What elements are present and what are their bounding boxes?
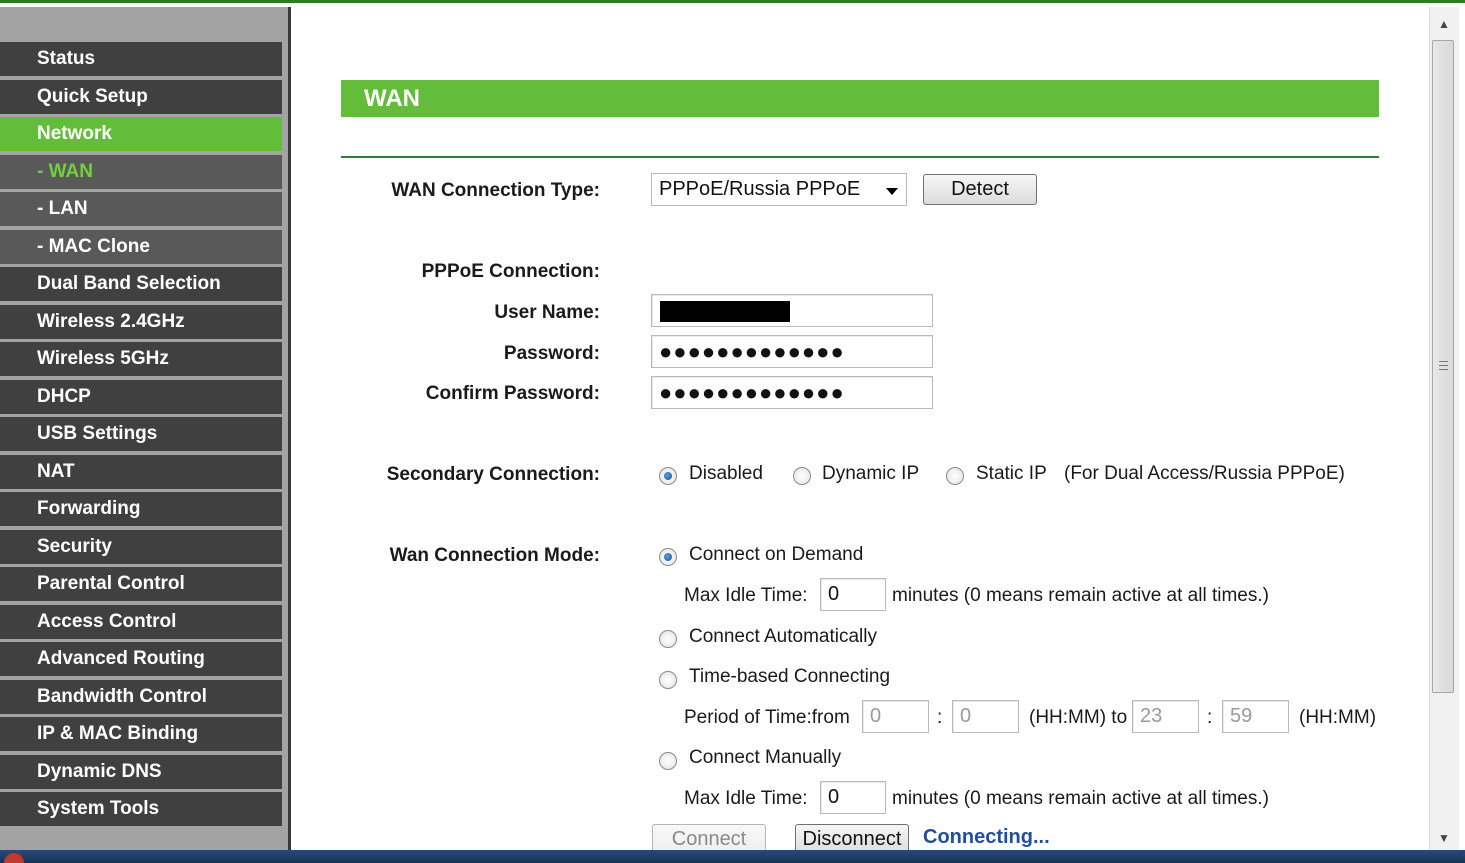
from-hour-input[interactable]: 0 <box>862 700 929 733</box>
sidebar-item-nat[interactable]: NAT <box>0 455 282 489</box>
username-label: User Name: <box>494 302 600 323</box>
sidebar-item-usb-settings[interactable]: USB Settings <box>0 417 282 451</box>
redacted-username <box>660 301 790 322</box>
taskbar <box>0 850 1465 863</box>
sidebar-item-wireless-5[interactable]: Wireless 5GHz <box>0 342 282 376</box>
sidebar-item-mac-clone[interactable]: - MAC Clone <box>0 230 282 264</box>
sidebar-item-wan[interactable]: - WAN <box>0 155 282 189</box>
max-idle-input[interactable]: 0 <box>820 578 886 611</box>
secondary-dynamic-ip-label: Dynamic IP <box>822 463 920 484</box>
mode-manual-label: Connect Manually <box>689 747 842 768</box>
sidebar-item-quick-setup[interactable]: Quick Setup <box>0 80 282 114</box>
hhmm-label: (HH:MM) <box>1299 707 1377 728</box>
password-label: Password: <box>503 343 600 364</box>
sidebar-item-system-tools[interactable]: System Tools <box>0 792 282 826</box>
max-idle-note: minutes (0 means remain active at all ti… <box>892 585 1269 606</box>
mode-automatic-label: Connect Automatically <box>689 626 877 647</box>
sidebar-item-dual-band[interactable]: Dual Band Selection <box>0 267 282 301</box>
wan-type-value: PPPoE/Russia PPPoE <box>659 178 861 200</box>
scroll-up-arrow-icon[interactable]: ▲ <box>1429 12 1459 36</box>
connection-status: Connecting... <box>923 826 1050 848</box>
time-separator-2: : <box>1207 707 1213 728</box>
to-minute-input[interactable]: 59 <box>1222 700 1289 733</box>
sidebar-item-dynamic-dns[interactable]: Dynamic DNS <box>0 755 282 789</box>
sidebar-item-bandwidth-control[interactable]: Bandwidth Control <box>0 680 282 714</box>
max-idle-input-2[interactable]: 0 <box>820 781 886 814</box>
secondary-dynamic-ip-radio[interactable] <box>793 467 811 485</box>
sidebar-item-status[interactable]: Status <box>0 42 282 76</box>
title-divider <box>341 156 1379 158</box>
from-minute-input[interactable]: 0 <box>952 700 1019 733</box>
secondary-disabled-radio[interactable] <box>659 467 677 485</box>
wan-connection-mode-label: Wan Connection Mode: <box>389 545 600 566</box>
wan-type-label: WAN Connection Type: <box>391 180 600 201</box>
max-idle-label-2: Max Idle Time: <box>684 788 808 809</box>
sidebar-item-ip-mac-binding[interactable]: IP & MAC Binding <box>0 717 282 751</box>
chevron-down-icon <box>886 188 898 195</box>
sidebar-item-access-control[interactable]: Access Control <box>0 605 282 639</box>
sidebar-item-wireless-24[interactable]: Wireless 2.4GHz <box>0 305 282 339</box>
secondary-disabled-label: Disabled <box>689 463 763 484</box>
mode-time-based-label: Time-based Connecting <box>689 666 891 687</box>
secondary-connection-label: Secondary Connection: <box>386 464 600 485</box>
mode-on-demand-radio[interactable] <box>659 548 677 566</box>
window-edge <box>1459 7 1465 850</box>
sidebar-item-security[interactable]: Security <box>0 530 282 564</box>
sidebar-item-forwarding[interactable]: Forwarding <box>0 492 282 526</box>
pppoe-connection-label: PPPoE Connection: <box>421 261 600 282</box>
sidebar-item-network[interactable]: Network <box>0 117 282 151</box>
mode-time-based-radio[interactable] <box>659 671 677 689</box>
confirm-password-field[interactable]: ●●●●●●●●●●●●● <box>651 376 933 409</box>
mode-on-demand-label: Connect on Demand <box>689 544 864 565</box>
confirm-password-label: Confirm Password: <box>425 383 600 404</box>
sidebar: Status Quick Setup Network - WAN - LAN -… <box>0 7 288 850</box>
detect-button[interactable]: Detect <box>923 174 1037 205</box>
grip-icon <box>1439 361 1448 370</box>
secondary-static-ip-radio[interactable] <box>946 467 964 485</box>
period-label: Period of Time:from <box>684 707 850 728</box>
mode-automatic-radio[interactable] <box>659 630 677 648</box>
sidebar-item-advanced-routing[interactable]: Advanced Routing <box>0 642 282 676</box>
wan-type-select[interactable]: PPPoE/Russia PPPoE <box>651 173 907 206</box>
scrollbar-thumb[interactable] <box>1432 40 1454 693</box>
scroll-down-arrow-icon[interactable]: ▼ <box>1429 826 1459 850</box>
max-idle-label: Max Idle Time: <box>684 585 808 606</box>
sidebar-item-parental-control[interactable]: Parental Control <box>0 567 282 601</box>
mode-manual-radio[interactable] <box>659 752 677 770</box>
secondary-note: (For Dual Access/Russia PPPoE) <box>1064 463 1345 484</box>
sidebar-item-dhcp[interactable]: DHCP <box>0 380 282 414</box>
hhmm-to-label: (HH:MM) to <box>1029 707 1128 728</box>
time-separator: : <box>937 707 943 728</box>
max-idle-note-2: minutes (0 means remain active at all ti… <box>892 788 1269 809</box>
password-field[interactable]: ●●●●●●●●●●●●● <box>651 335 933 368</box>
sidebar-item-lan[interactable]: - LAN <box>0 192 282 226</box>
to-hour-input[interactable]: 23 <box>1132 700 1199 733</box>
secondary-static-ip-label: Static IP <box>976 463 1047 484</box>
page-title: WAN <box>341 80 1379 117</box>
